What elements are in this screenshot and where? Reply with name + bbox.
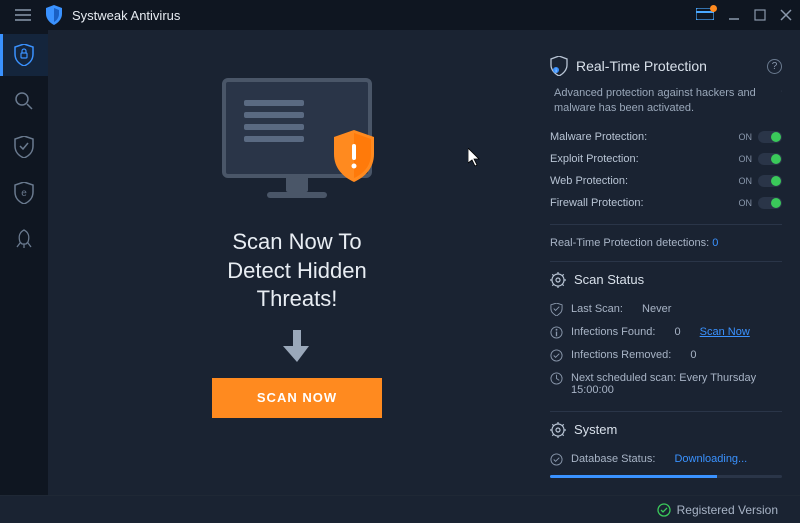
download-progress (550, 475, 782, 478)
shield-check-icon (14, 136, 34, 158)
hamburger-icon (15, 9, 31, 21)
check-circle-icon (550, 453, 563, 466)
infections-found-row: Infections Found: 0 Scan Now (550, 321, 782, 344)
realtime-heading: i Real-Time Protection ? (550, 56, 782, 76)
gear-icon (550, 272, 566, 288)
shield-info-icon: i (550, 56, 568, 76)
sidebar-item-scan[interactable] (0, 80, 48, 122)
protection-label: Malware Protection: (550, 131, 647, 143)
database-status-value: Downloading... (674, 453, 747, 465)
search-icon (14, 91, 34, 111)
main-panel: Scan Now To Detect Hidden Threats! SCAN … (48, 30, 546, 495)
detections-row: Real-Time Protection detections: 0 (550, 235, 782, 251)
rocket-icon (14, 229, 34, 249)
check-circle-green-icon (657, 503, 671, 517)
arrow-down-icon (283, 330, 311, 362)
scan-now-button[interactable]: SCAN NOW (212, 378, 382, 418)
protection-label: Exploit Protection: (550, 153, 639, 165)
maximize-button[interactable] (754, 9, 766, 21)
toggle-malware[interactable] (758, 131, 782, 143)
realtime-description[interactable]: Advanced protection against hackers and … (550, 86, 782, 116)
headline-line-3: Threats! (227, 285, 366, 314)
close-button[interactable] (780, 9, 792, 21)
protection-row-malware: Malware Protection: ON (550, 126, 782, 148)
protection-label: Web Protection: (550, 175, 628, 187)
sidebar-item-tools[interactable] (0, 218, 48, 260)
card-icon[interactable] (696, 8, 714, 23)
right-panel: i Real-Time Protection ? Advanced protec… (546, 30, 800, 495)
footer: Registered Version (0, 495, 800, 523)
protection-row-web: Web Protection: ON (550, 170, 782, 192)
database-status-row: Database Status: Downloading... (550, 448, 782, 471)
toggle-firewall[interactable] (758, 197, 782, 209)
scan-now-link[interactable]: Scan Now (700, 326, 750, 338)
toggle-web[interactable] (758, 175, 782, 187)
svg-text:e: e (21, 188, 27, 199)
headline-line-2: Detect Hidden (227, 257, 366, 286)
infections-removed-row: Infections Removed: 0 (550, 344, 782, 367)
last-scan-row: Last Scan: Never (550, 298, 782, 321)
app-logo-icon (44, 5, 64, 25)
toggle-exploit[interactable] (758, 153, 782, 165)
svg-text:i: i (555, 69, 556, 75)
headline-line-1: Scan Now To (227, 228, 366, 257)
sidebar-item-quarantine[interactable]: e (0, 172, 48, 214)
check-circle-icon (550, 349, 563, 362)
protection-row-exploit: Exploit Protection: ON (550, 148, 782, 170)
minimize-button[interactable] (728, 9, 740, 21)
clock-icon (550, 372, 563, 385)
registered-label: Registered Version (677, 503, 778, 517)
gear-icon (550, 422, 566, 438)
sidebar-item-status[interactable] (0, 34, 48, 76)
shield-lock-icon (14, 44, 34, 66)
shield-e-icon: e (14, 182, 34, 204)
scan-status-heading: Scan Status (550, 272, 782, 288)
shield-warning-icon (332, 130, 376, 182)
shield-check-mini-icon (550, 303, 563, 316)
app-title: Systweak Antivirus (72, 8, 180, 23)
titlebar: Systweak Antivirus (0, 0, 800, 30)
system-heading: System (550, 422, 782, 438)
headline: Scan Now To Detect Hidden Threats! (227, 228, 366, 314)
monitor-illustration (217, 78, 377, 208)
next-scan-row: Next scheduled scan: Every Thursday 15:0… (550, 367, 782, 401)
sidebar-item-protection[interactable] (0, 126, 48, 168)
sidebar: e (0, 30, 48, 495)
chevron-down-icon (773, 86, 782, 96)
help-icon[interactable]: ? (767, 59, 782, 74)
protection-label: Firewall Protection: (550, 197, 644, 209)
info-icon (550, 326, 563, 339)
hamburger-menu[interactable] (8, 0, 38, 30)
protection-row-firewall: Firewall Protection: ON (550, 192, 782, 214)
